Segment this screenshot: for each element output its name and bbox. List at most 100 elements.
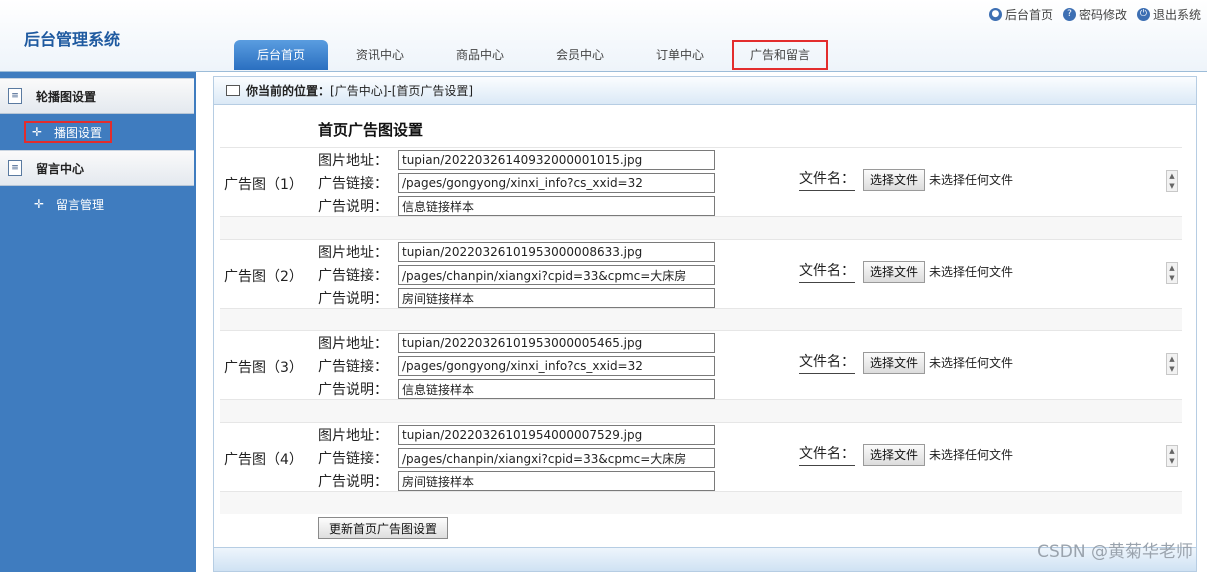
password-link-label: 密码修改 bbox=[1078, 8, 1127, 22]
file-label: 文件名： bbox=[799, 443, 855, 466]
password-link[interactable]: ? 密码修改 bbox=[1062, 6, 1127, 23]
main-panel: 你当前的位置： [广告中心]-[首页广告设置] 首页广告图设置 广告图（1） 图… bbox=[213, 76, 1197, 572]
desc-input[interactable] bbox=[398, 471, 715, 491]
ad-row: 广告图（1） 图片地址： 广告链接： 广告说明： 文件名： 选择文件 未选择任何… bbox=[220, 147, 1182, 217]
tab-ads-messages[interactable]: 广告和留言 bbox=[732, 40, 828, 70]
file-status: 未选择任何文件 bbox=[929, 265, 1014, 279]
file-upload: 文件名： 选择文件 未选择任何文件 bbox=[799, 443, 1013, 466]
image-field: 图片地址： bbox=[318, 333, 715, 353]
spinner-icon[interactable]: ▲ ▼ bbox=[1166, 353, 1178, 375]
sidebar-item-label: 留言管理 bbox=[56, 197, 105, 212]
app-title: 后台管理系统 bbox=[24, 30, 121, 49]
update-ad-settings-button[interactable]: 更新首页广告图设置 bbox=[318, 517, 449, 539]
sidebar: ≡ 轮播图设置 ✛ 播图设置 ≡ 留言中心 ✛ 留言管理 bbox=[0, 72, 196, 572]
sidebar-item-message-management[interactable]: ✛ 留言管理 bbox=[0, 186, 196, 222]
spinner-icon[interactable]: ▲ ▼ bbox=[1166, 170, 1178, 192]
desc-field: 广告说明： bbox=[318, 288, 715, 308]
breadcrumb-label: 你当前的位置： bbox=[246, 84, 331, 98]
desc-field-label: 广告说明： bbox=[318, 291, 388, 307]
image-input[interactable] bbox=[398, 425, 715, 445]
ad-row: 广告图（3） 图片地址： 广告链接： 广告说明： 文件名： 选择文件 未选择任何… bbox=[220, 330, 1182, 400]
plus-icon: ✛ bbox=[34, 197, 45, 211]
breadcrumb: 你当前的位置： [广告中心]-[首页广告设置] bbox=[214, 77, 1196, 105]
link-input[interactable] bbox=[398, 265, 715, 285]
user-icon: ● bbox=[988, 8, 1002, 21]
link-field: 广告链接： bbox=[318, 448, 715, 468]
file-label: 文件名： bbox=[799, 260, 855, 283]
ad-row: 广告图（2） 图片地址： 广告链接： 广告说明： 文件名： 选择文件 未选择任何… bbox=[220, 239, 1182, 309]
tab-orders[interactable]: 订单中心 bbox=[632, 40, 728, 70]
file-upload: 文件名： 选择文件 未选择任何文件 bbox=[799, 168, 1013, 191]
link-field: 广告链接： bbox=[318, 356, 715, 376]
choose-file-button[interactable]: 选择文件 bbox=[863, 351, 926, 374]
row-divider bbox=[220, 217, 1182, 239]
file-upload: 文件名： 选择文件 未选择任何文件 bbox=[799, 351, 1013, 374]
sidebar-group-label: 轮播图设置 bbox=[36, 89, 97, 104]
image-input[interactable] bbox=[398, 333, 715, 353]
tab-home[interactable]: 后台首页 bbox=[234, 40, 328, 70]
ad-name: 广告图（2） bbox=[224, 269, 303, 285]
link-field-label: 广告链接： bbox=[318, 451, 388, 467]
desc-input[interactable] bbox=[398, 196, 715, 216]
tab-members[interactable]: 会员中心 bbox=[532, 40, 628, 70]
ad-name: 广告图（3） bbox=[224, 360, 303, 376]
sidebar-item-carousel-settings[interactable]: ✛ 播图设置 bbox=[24, 114, 196, 150]
spinner-icon[interactable]: ▲ ▼ bbox=[1166, 445, 1178, 467]
row-divider bbox=[220, 400, 1182, 422]
file-upload: 文件名： 选择文件 未选择任何文件 bbox=[799, 260, 1013, 283]
image-field-label: 图片地址： bbox=[318, 153, 388, 169]
desc-field-label: 广告说明： bbox=[318, 474, 388, 490]
plus-icon: ✛ bbox=[32, 125, 43, 139]
image-field-label: 图片地址： bbox=[318, 245, 388, 261]
document-icon: ≡ bbox=[8, 160, 22, 176]
desc-field-label: 广告说明： bbox=[318, 382, 388, 398]
file-status: 未选择任何文件 bbox=[929, 448, 1014, 462]
link-field-label: 广告链接： bbox=[318, 359, 388, 375]
link-field: 广告链接： bbox=[318, 265, 715, 285]
image-field: 图片地址： bbox=[318, 242, 715, 262]
tab-products[interactable]: 商品中心 bbox=[432, 40, 528, 70]
image-input[interactable] bbox=[398, 150, 715, 170]
ad-name: 广告图（1） bbox=[224, 177, 303, 193]
row-divider bbox=[220, 309, 1182, 331]
main-tabs: 后台首页 资讯中心 商品中心 会员中心 订单中心 广告和留言 bbox=[234, 40, 832, 70]
link-input[interactable] bbox=[398, 448, 715, 468]
desc-input[interactable] bbox=[398, 379, 715, 399]
help-icon: ? bbox=[1062, 8, 1076, 21]
image-input[interactable] bbox=[398, 242, 715, 262]
file-status: 未选择任何文件 bbox=[929, 356, 1014, 370]
spinner-icon[interactable]: ▲ ▼ bbox=[1166, 262, 1178, 284]
image-field: 图片地址： bbox=[318, 150, 715, 170]
highlight-box: ✛ 播图设置 bbox=[24, 121, 113, 143]
ad-row: 广告图（4） 图片地址： 广告链接： 广告说明： 文件名： 选择文件 未选择任何… bbox=[220, 422, 1182, 492]
choose-file-button[interactable]: 选择文件 bbox=[863, 260, 926, 283]
link-field-label: 广告链接： bbox=[318, 176, 388, 192]
choose-file-button[interactable]: 选择文件 bbox=[863, 443, 926, 466]
file-label: 文件名： bbox=[799, 351, 855, 374]
link-field-label: 广告链接： bbox=[318, 268, 388, 284]
sidebar-group-messages[interactable]: ≡ 留言中心 bbox=[0, 150, 194, 186]
link-field: 广告链接： bbox=[318, 173, 715, 193]
link-input[interactable] bbox=[398, 356, 715, 376]
watermark: CSDN @黄菊华老师 bbox=[1037, 542, 1193, 562]
choose-file-button[interactable]: 选择文件 bbox=[863, 168, 926, 191]
sidebar-group-carousel[interactable]: ≡ 轮播图设置 bbox=[0, 78, 194, 114]
desc-field: 广告说明： bbox=[318, 379, 715, 399]
logout-link[interactable]: ⏻ 退出系统 bbox=[1136, 6, 1201, 23]
tab-news[interactable]: 资讯中心 bbox=[332, 40, 428, 70]
desc-field: 广告说明： bbox=[318, 471, 715, 491]
desc-field-label: 广告说明： bbox=[318, 199, 388, 215]
row-divider bbox=[220, 492, 1182, 514]
home-link[interactable]: ● 后台首页 bbox=[988, 6, 1053, 23]
image-field-label: 图片地址： bbox=[318, 428, 388, 444]
desc-field: 广告说明： bbox=[318, 196, 715, 216]
desc-input[interactable] bbox=[398, 288, 715, 308]
top-links: ● 后台首页 ? 密码修改 ⏻ 退出系统 bbox=[988, 6, 1201, 23]
document-icon: ≡ bbox=[8, 88, 22, 104]
logout-link-label: 退出系统 bbox=[1152, 8, 1201, 22]
ad-settings-form: 首页广告图设置 广告图（1） 图片地址： 广告链接： 广告说明： 文件名： 选择… bbox=[220, 111, 1182, 543]
link-input[interactable] bbox=[398, 173, 715, 193]
document-icon bbox=[226, 85, 240, 96]
sidebar-group-label: 留言中心 bbox=[36, 161, 85, 176]
header: 后台管理系统 ● 后台首页 ? 密码修改 ⏻ 退出系统 后台首页 资讯中心 商品… bbox=[0, 0, 1207, 72]
